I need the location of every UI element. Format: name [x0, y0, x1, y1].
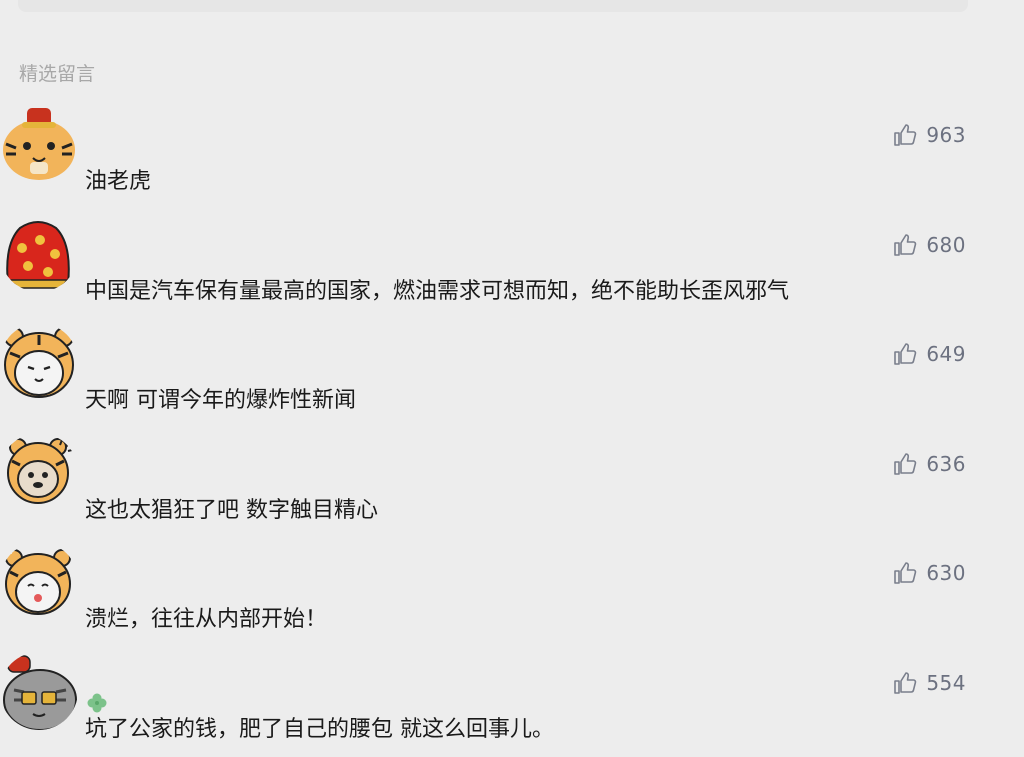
tiger-hood-dog-avatar-icon[interactable]: [0, 433, 78, 511]
like-count: 630: [926, 561, 966, 585]
like-button[interactable]: 963: [893, 122, 966, 148]
comment-list: 油老虎 963 中国是汽车保有量最高的国家，燃油需求可想而知，绝不能助长歪风邪气: [0, 100, 1024, 757]
like-button[interactable]: 636: [893, 451, 966, 477]
previous-card: [18, 0, 968, 12]
tiger-hood-sad-cat-avatar-icon[interactable]: [0, 542, 78, 620]
like-count: 649: [926, 342, 966, 366]
tiger-hood-cat-avatar-icon[interactable]: [0, 323, 78, 401]
comment-text: 油老虎: [85, 168, 151, 196]
thumbs-up-icon: [893, 233, 917, 257]
tiger-red-hat-avatar-icon[interactable]: [0, 104, 78, 182]
comment-item: 坑了公家的钱，肥了自己的腰包 就这么回事儿。 554: [0, 648, 1024, 757]
like-count: 636: [926, 452, 966, 476]
comment-text: 中国是汽车保有量最高的国家，燃油需求可想而知，绝不能助长歪风邪气: [85, 278, 789, 306]
comment-text: 这也太猖狂了吧 数字触目精心: [85, 497, 378, 525]
comment-item: 中国是汽车保有量最高的国家，燃油需求可想而知，绝不能助长歪风邪气 680: [0, 210, 1024, 320]
like-count: 554: [926, 671, 966, 695]
like-button[interactable]: 649: [893, 341, 966, 367]
thumbs-up-icon: [893, 342, 917, 366]
thumbs-up-icon: [893, 671, 917, 695]
thumbs-up-icon: [893, 123, 917, 147]
comment-item: 天啊 可谓今年的爆炸性新闻 649: [0, 319, 1024, 429]
comment-text: 天啊 可谓今年的爆炸性新闻: [85, 387, 356, 415]
thumbs-up-icon: [893, 452, 917, 476]
like-button[interactable]: 630: [893, 560, 966, 586]
money-cat-avatar-icon[interactable]: [0, 652, 78, 730]
comment-item: 油老虎 963: [0, 100, 1024, 210]
like-count: 680: [926, 233, 966, 257]
like-count: 963: [926, 123, 966, 147]
comment-text: 溃烂，往往从内部开始！: [85, 606, 327, 634]
clover-icon: [86, 692, 108, 714]
comment-text: 坑了公家的钱，肥了自己的腰包 就这么回事儿。: [85, 716, 554, 744]
comment-item: 这也太猖狂了吧 数字触目精心 636: [0, 429, 1024, 539]
section-title: 精选留言: [19, 62, 95, 86]
like-button[interactable]: 680: [893, 232, 966, 258]
thumbs-up-icon: [893, 561, 917, 585]
comment-item: 溃烂，往往从内部开始！ 630: [0, 538, 1024, 648]
like-button[interactable]: 554: [893, 670, 966, 696]
lucky-bag-avatar-icon[interactable]: [0, 214, 78, 292]
